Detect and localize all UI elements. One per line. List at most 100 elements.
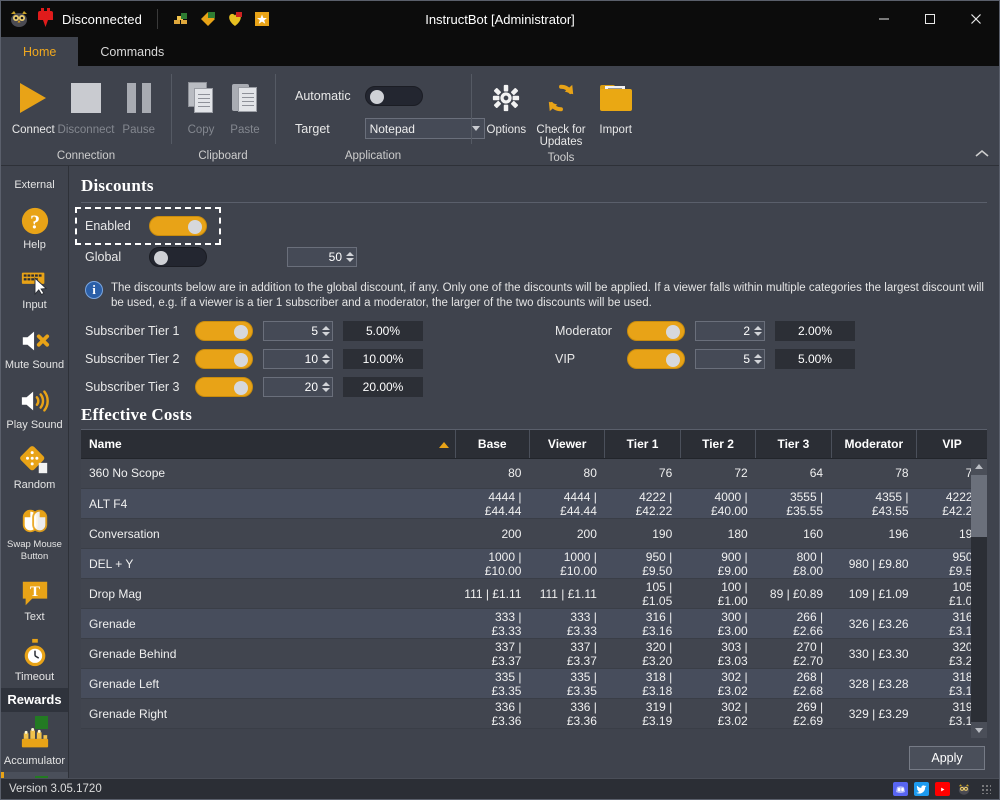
table-row[interactable]: DEL + Y 1000 | £10.00 1000 | £10.00 950 | £… [81,548,987,579]
sidebar-item-discounts[interactable]: Discounts [1,772,68,778]
sidebar-item-play-sound[interactable]: Play Sound [1,376,68,436]
discount-toggle[interactable] [195,321,253,341]
sidebar-item-random[interactable]: Random [1,436,68,496]
discount-label: Subscriber Tier 2 [85,352,180,366]
spinner-up-icon[interactable] [754,354,762,358]
disconnect-button[interactable]: Disconnect [58,72,114,136]
sidebar-item-input[interactable]: Input [1,256,68,316]
minimize-button[interactable] [861,1,907,37]
discount-toggle[interactable] [627,321,685,341]
scroll-up-button[interactable] [971,458,987,475]
table-row[interactable]: Grenade 333 | £3.33 333 | £3.33 316 | £3.16… [81,608,987,639]
column-header-name[interactable]: Name [81,430,456,459]
sidebar-item-help[interactable]: ? Help [1,196,68,256]
apply-button[interactable]: Apply [909,746,985,770]
spinner-up-icon[interactable] [754,326,762,330]
cell-moderator: 109 | £1.09 [831,578,917,609]
column-header-viewer[interactable]: Viewer [529,430,606,459]
column-header-tier-3[interactable]: Tier 3 [755,430,832,459]
column-header-moderator[interactable]: Moderator [831,430,918,459]
spinner-down-icon[interactable] [322,388,330,392]
star-badge-icon[interactable] [254,11,270,27]
copy-button[interactable]: Copy [179,72,223,136]
spinner-arrows[interactable] [346,252,354,262]
sidebar-item-external[interactable]: External [1,166,68,196]
table-row[interactable]: ALT F4 4444 | £44.44 4444 | £44.44 4222 | £… [81,488,987,519]
column-header-tier-1[interactable]: Tier 1 [604,430,681,459]
connect-button[interactable]: Connect [9,72,58,136]
discount-toggle[interactable] [195,377,253,397]
discount-spinner[interactable]: 2 [695,321,765,341]
spinner-down-icon[interactable] [346,258,354,262]
discount-spinner[interactable]: 10 [263,349,333,369]
spinner-down-icon[interactable] [754,332,762,336]
discounts-enabled-row[interactable]: Enabled [75,207,221,245]
discount-value: 10 [304,352,318,366]
question-mark-icon: ? [20,202,50,236]
tab-commands[interactable]: Commands [78,37,186,66]
cell-viewer: 335 | £3.35 [529,668,605,699]
table-row[interactable]: 360 No Scope80807672647876 [81,458,987,489]
spinner-up-icon[interactable] [322,382,330,386]
cell-viewer: 4444 | £44.44 [529,488,605,519]
status-bar: Version 3.05.1720 [1,778,999,799]
automatic-toggle[interactable] [364,86,423,106]
close-button[interactable] [953,1,999,37]
tab-home[interactable]: Home [1,37,79,66]
discount-spinner[interactable]: 5 [695,349,765,369]
instructbot-window: Disconnected InstructBot [Administrator]… [0,0,1000,800]
sidebar-item-text[interactable]: T Text [1,568,68,628]
sidebar-item-accumulator-label: Accumulator [3,755,66,767]
tag-icon[interactable] [200,11,216,27]
column-header-tier-2[interactable]: Tier 2 [680,430,757,459]
options-button[interactable]: Options [479,72,534,136]
discounts-status-badge [34,776,48,778]
discounts-global-spinner[interactable]: 50 [287,247,357,267]
discount-toggle[interactable] [627,349,685,369]
spinner-up-icon[interactable] [322,326,330,330]
discount-spinner[interactable]: 20 [263,377,333,397]
check-for-updates-button-label: Check for Updates [536,124,586,148]
column-header-base[interactable]: Base [455,430,530,459]
target-select[interactable]: Notepad [364,118,485,139]
sidebar-item-swap-mouse-button[interactable]: Swap Mouse Button [1,496,68,568]
column-header-vip[interactable]: VIP [916,430,987,459]
sidebar-item-mute-sound[interactable]: Mute Sound [1,316,68,376]
table-row[interactable]: Grenade Left 335 | £3.35 335 | £3.35 318 | … [81,668,987,699]
spinner-down-icon[interactable] [322,332,330,336]
twitter-icon[interactable] [914,782,929,796]
discounts-global-row: Global 50 [81,245,987,269]
gold-bars-icon[interactable] [173,11,189,27]
spinner-down-icon[interactable] [322,360,330,364]
table-row[interactable]: Grenade Right 336 | £3.36 336 | £3.36 319 |… [81,698,987,729]
pause-button[interactable]: Pause [114,72,163,136]
chevron-up-icon[interactable] [975,147,989,161]
table-row[interactable]: Conversation 200 200 190 180 160 196 190 [81,518,987,549]
table-vertical-scrollbar[interactable] [971,458,987,738]
discounts-global-toggle[interactable] [149,247,207,267]
paste-button[interactable]: Paste [223,72,267,136]
youtube-icon[interactable] [935,782,950,796]
sidebar-item-timeout[interactable]: Timeout [1,628,68,688]
discount-spinner[interactable]: 5 [263,321,333,341]
import-button[interactable]: Import [588,72,643,136]
maximize-button[interactable] [907,1,953,37]
heart-icon[interactable] [227,11,243,27]
title-bar-left: Disconnected [1,8,270,29]
discord-icon[interactable] [893,782,908,796]
scrollbar-thumb[interactable] [971,474,987,537]
spinner-up-icon[interactable] [322,354,330,358]
resize-grip[interactable] [981,784,991,794]
spinner-up-icon[interactable] [346,252,354,256]
sidebar-item-accumulator[interactable]: Accumulator [1,712,68,772]
discounts-enabled-toggle[interactable] [149,216,207,236]
scroll-down-button[interactable] [971,722,987,738]
check-for-updates-button[interactable]: Check for Updates [534,72,589,148]
discount-toggle[interactable] [195,349,253,369]
table-row[interactable]: Grenade Behind 337 | £3.37 337 | £3.37 320 … [81,638,987,669]
spinner-down-icon[interactable] [754,360,762,364]
table-row[interactable]: Drop Mag 111 | £1.11 111 | £1.11 105 | £1.0… [81,578,987,609]
keyboard-cursor-icon [20,262,50,296]
sidebar[interactable]: External ? Help Input Mute Sound Play So… [1,166,69,778]
owl-icon[interactable] [956,782,971,796]
